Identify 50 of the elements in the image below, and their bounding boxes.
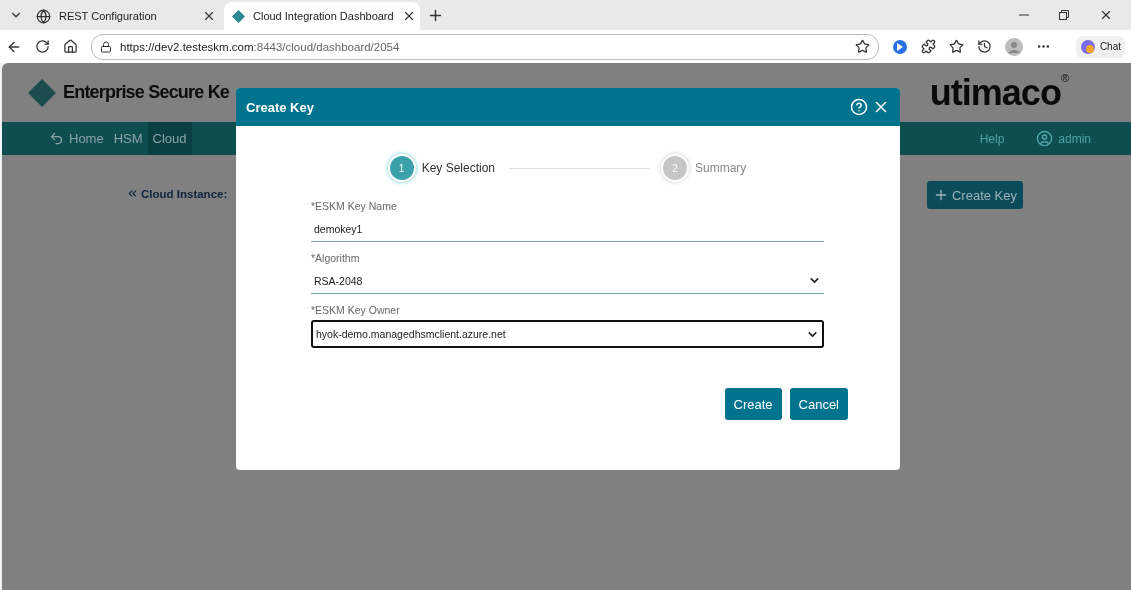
field-label: *ESKM Key Owner [311, 304, 401, 316]
input-field[interactable]: demokey1 [311, 216, 824, 242]
profile-icon[interactable] [1005, 37, 1023, 56]
nav-link[interactable]: Help [979, 131, 1005, 146]
step-label: Summary [695, 161, 747, 175]
step-number: 1 [389, 156, 414, 180]
close-icon[interactable] [1099, 8, 1113, 22]
field-value: RSA-2048 [314, 274, 364, 287]
globe-icon [36, 8, 51, 24]
nav-label: Home [69, 131, 104, 146]
chat-button[interactable]: Chat [1075, 35, 1125, 58]
app-title: Enterprise Secure Ke [63, 82, 230, 103]
field-label: *Algorithm [311, 252, 361, 264]
field-label: *ESKM Key Name [311, 200, 398, 212]
nav-link-label: admin [1058, 131, 1091, 146]
puzzle-icon[interactable] [921, 39, 936, 54]
diamond-icon [232, 9, 245, 23]
select-field[interactable]: RSA-2048 [311, 268, 824, 294]
nav-item[interactable]: HSM [108, 122, 148, 155]
user-icon [1036, 130, 1054, 147]
diamond-logo-icon [28, 78, 56, 107]
nav-label: Cloud [152, 131, 187, 146]
nav-label: HSM [113, 131, 143, 146]
help-icon[interactable] [850, 98, 868, 116]
company-logo: utimaco® [929, 71, 1069, 114]
restore-icon[interactable] [1059, 10, 1069, 20]
lock-icon [100, 40, 112, 53]
star-icon[interactable] [855, 39, 870, 54]
nav-link[interactable]: admin [1036, 130, 1091, 147]
field-value: demokey1 [314, 222, 364, 235]
dialog-button[interactable]: Create [724, 388, 782, 420]
browser-tab[interactable]: REST Configuration [28, 2, 224, 30]
field-value: hyok-demo.managedhsmclient.azure.net [316, 328, 507, 340]
browser-tab[interactable]: Cloud Integration Dashboard [224, 2, 420, 30]
nav-item[interactable]: Home [44, 122, 109, 155]
double-chevron-icon [126, 187, 139, 200]
chat-logo-icon [1079, 38, 1096, 55]
nav-item[interactable]: Cloud [147, 122, 192, 155]
select-field[interactable]: hyok-demo.managedhsmclient.azure.net [311, 320, 824, 348]
home-icon[interactable] [63, 39, 78, 54]
history-icon[interactable] [977, 39, 992, 54]
reload-icon[interactable] [35, 39, 50, 54]
dialog-button[interactable]: Cancel [789, 388, 848, 420]
favorites-icon[interactable] [949, 39, 964, 54]
back-arrow-icon [49, 131, 64, 146]
create-key-button[interactable]: Create Key [926, 181, 1023, 209]
step-label: Key Selection [421, 161, 495, 175]
address-field[interactable]: https://dev2.testeskm.com:8443/cloud/dashboard/2054 [91, 33, 879, 60]
dialog-title: Create Key [246, 99, 315, 115]
close-icon[interactable] [202, 9, 216, 23]
